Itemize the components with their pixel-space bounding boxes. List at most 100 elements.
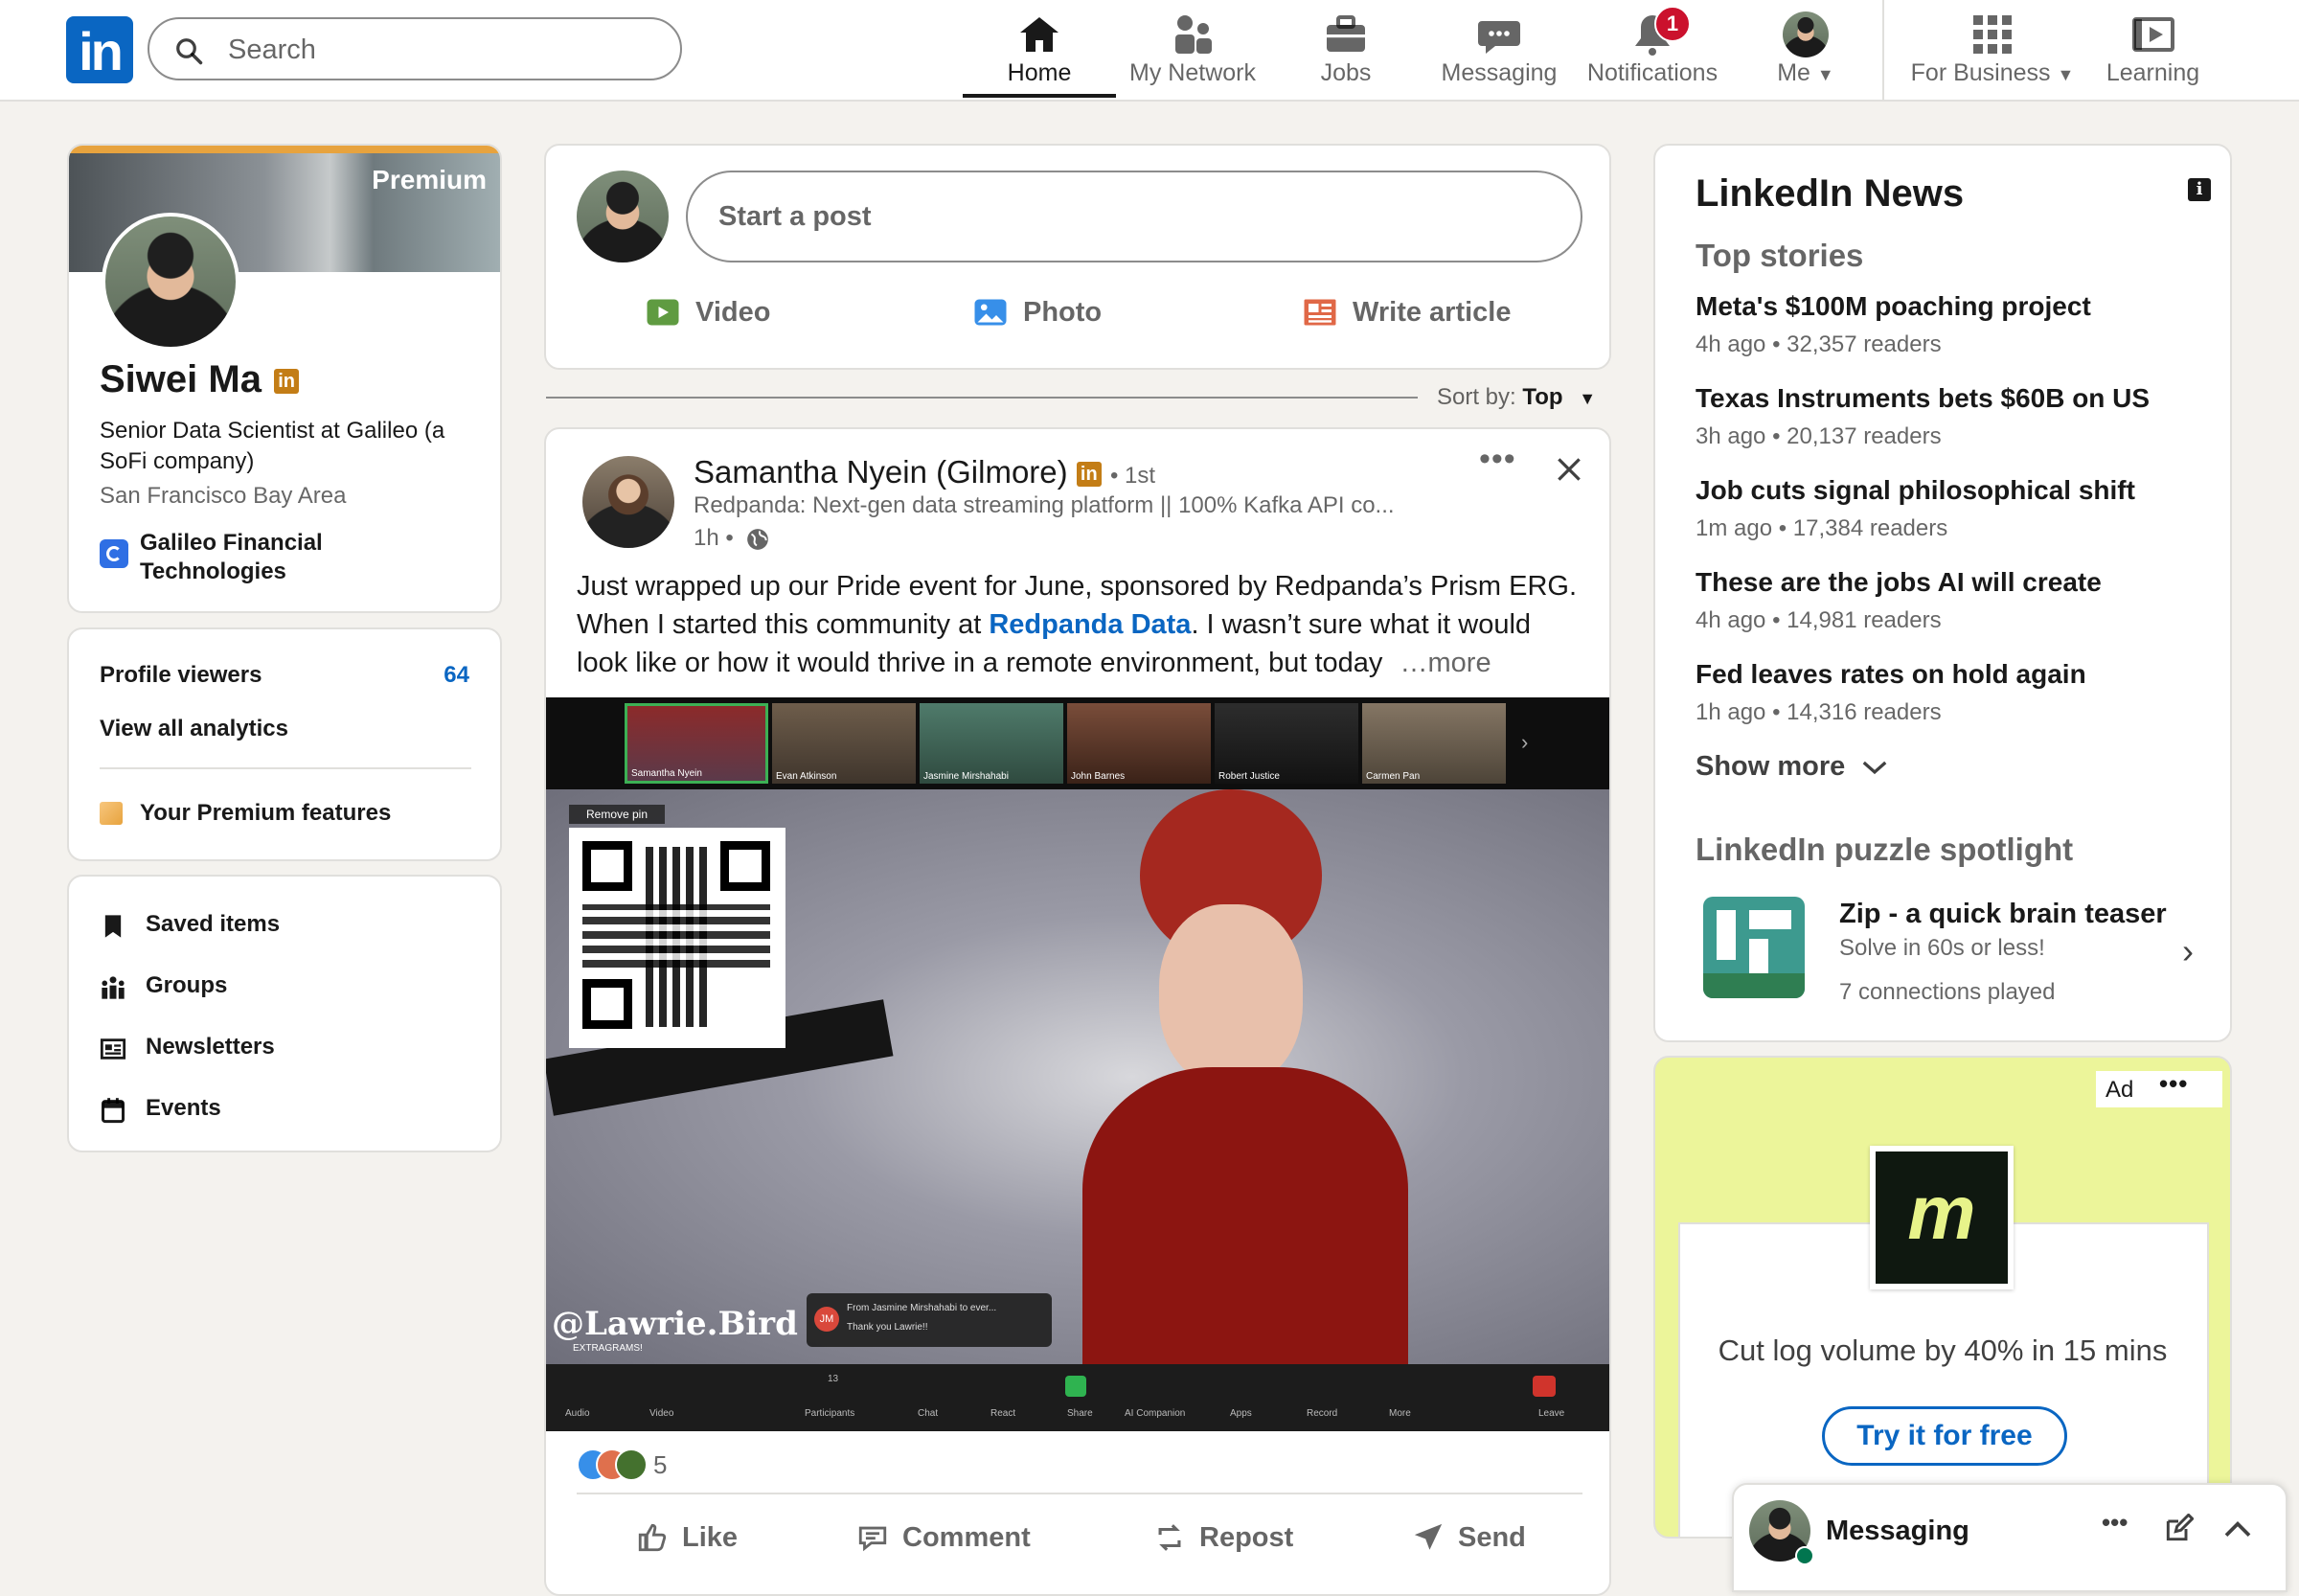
calendar-icon [101,1098,125,1124]
view-all-analytics-link[interactable]: View all analytics [100,716,288,742]
news-meta: 1m ago • 17,384 readers [1696,515,1948,541]
chevron-down-icon [1863,762,1887,775]
ad-card: Ad ••• m Cut log volume by 40% in 15 min… [1653,1056,2232,1539]
chat-notification: JM From Jasmine Mirshahabi to ever... Th… [807,1293,1052,1347]
photo-button[interactable]: Photo [971,295,1102,330]
composer-avatar[interactable] [577,171,669,262]
comment-label: Comment [902,1521,1031,1553]
comment-button[interactable]: Comment [856,1521,1031,1554]
participant-name: Carmen Pan [1366,771,1421,782]
support-reaction-icon [615,1448,648,1481]
news-meta: 4h ago • 14,981 readers [1696,607,1942,633]
shortcut-saved-items[interactable]: Saved items [100,911,500,946]
profile-viewers-label[interactable]: Profile viewers [100,662,262,689]
news-story[interactable]: These are the jobs AI will create 4h ago… [1696,567,2194,634]
shortcut-label: Saved items [146,911,281,937]
ad-cta-button[interactable]: Try it for free [1822,1406,2067,1466]
analytics-card: Profile viewers 64 View all analytics Yo… [67,627,502,861]
compose-icon[interactable] [2163,1514,2194,1544]
linkedin-logo[interactable]: in [66,16,133,83]
shortcut-label: Newsletters [146,1034,275,1060]
active-tab-indicator [963,94,1116,98]
close-icon[interactable] [1554,454,1584,485]
nav-notifications[interactable]: 1 Notifications [1576,6,1729,96]
repost-button[interactable]: Repost [1153,1521,1293,1554]
start-post-button[interactable]: Start a post [686,171,1582,262]
my-network-icon [1175,15,1212,54]
share-screen-icon [1065,1376,1086,1397]
post-author-name[interactable]: Samantha Nyein (Gilmore) [694,454,1068,490]
company-logo-icon [100,539,128,568]
post-text-line3-text: look like or how it would thrive in a re… [577,648,1383,678]
profile-name[interactable]: Siwei Ma [100,358,262,400]
ad-options-icon[interactable]: ••• [2159,1069,2188,1099]
nav-messaging[interactable]: Messaging [1427,8,1571,96]
nav-me[interactable]: Me ▼ [1734,8,1878,96]
shortcut-events[interactable]: Events [100,1095,500,1129]
toolbar-label: Chat [918,1408,939,1419]
messaging-options-icon[interactable]: ••• [2102,1508,2128,1538]
messaging-dock[interactable]: Messaging ••• [1732,1483,2288,1592]
nav-me-label: Me [1777,59,1810,86]
premium-icon [100,802,123,825]
performer-outfit [1082,1067,1408,1374]
participant-tile: Samantha Nyein [625,703,768,784]
like-button[interactable]: Like [636,1521,738,1554]
participant-tile: Jasmine Mirshahabi [920,703,1063,784]
post-author-line[interactable]: Samantha Nyein (Gilmore) in • 1st [694,454,1155,490]
feed-post: Samantha Nyein (Gilmore) in • 1st Redpan… [544,427,1611,1596]
news-story[interactable]: Meta's $100M poaching project 4h ago • 3… [1696,291,2194,358]
shortcut-groups[interactable]: Groups [100,972,500,1007]
post-text-line3: look like or how it would thrive in a re… [577,644,1577,682]
send-button[interactable]: Send [1412,1521,1526,1554]
news-story[interactable]: Fed leaves rates on hold again 1h ago • … [1696,659,2194,726]
news-story[interactable]: Texas Instruments bets $60B on US 3h ago… [1696,383,2194,450]
video-button[interactable]: Video [644,295,770,330]
profile-photo[interactable] [102,213,239,351]
see-more-link[interactable]: …more [1400,648,1491,678]
me-avatar [1783,11,1829,57]
profile-company[interactable]: Galileo Financial Technologies [140,529,323,586]
profile-viewers-count[interactable]: 64 [444,662,469,689]
online-status-dot [1795,1546,1814,1565]
show-more-button[interactable]: Show more [1696,751,1889,783]
nav-for-business[interactable]: For Business ▼ [1901,8,2083,96]
chat-message: Thank you Lawrie!! [847,1322,928,1333]
premium-features-link[interactable]: Your Premium features [140,800,391,827]
nav-jobs[interactable]: Jobs [1274,8,1418,96]
nav-for-business-label: For Business [1910,59,2051,86]
write-article-button[interactable]: Write article [1301,295,1511,330]
chevron-up-icon[interactable] [2222,1516,2253,1542]
grid-icon [1973,15,2012,54]
search-input[interactable] [226,29,651,71]
post-author-avatar[interactable] [582,456,674,548]
nav-home-label: Home [1007,59,1072,86]
messaging-icon [1478,21,1520,54]
sort-control[interactable]: Sort by: Top ▼ [1437,384,1596,411]
puzzle-item[interactable]: Zip - a quick brain teaser Solve in 60s … [1694,889,2201,1014]
chevron-right-icon: › [2182,931,2194,970]
thumbs-up-icon [638,1523,667,1552]
start-post-placeholder: Start a post [718,201,872,232]
profile-name-wrap[interactable]: Siwei Ma in [100,358,300,401]
post-more-options-icon[interactable]: ••• [1479,441,1516,478]
nav-learning[interactable]: Learning [2088,8,2218,96]
nav-my-network[interactable]: My Network [1111,8,1274,96]
post-text-line2-pre: When I started this community at [577,609,990,640]
redpanda-data-link[interactable]: Redpanda Data [989,609,1191,640]
participant-name: Evan Atkinson [776,771,837,782]
info-icon[interactable]: i [2188,178,2211,201]
nav-jobs-label: Jobs [1320,59,1372,86]
participant-name: Jasmine Mirshahabi [923,771,1009,782]
bookmark-icon [104,915,122,938]
news-story[interactable]: Job cuts signal philosophical shift 1m a… [1696,475,2194,542]
post-image[interactable]: Samantha Nyein Evan Atkinson Jasmine Mir… [546,697,1609,1431]
search-bar[interactable] [148,17,682,80]
linkedin-premium-badge: in [1076,462,1102,488]
news-headline: Fed leaves rates on hold again [1696,659,2086,689]
sort-value: Top [1522,384,1563,410]
toolbar-label: Video [649,1408,674,1419]
nav-home[interactable]: Home [967,8,1111,96]
repost-icon [1158,1524,1181,1551]
shortcut-newsletters[interactable]: Newsletters [100,1034,500,1068]
